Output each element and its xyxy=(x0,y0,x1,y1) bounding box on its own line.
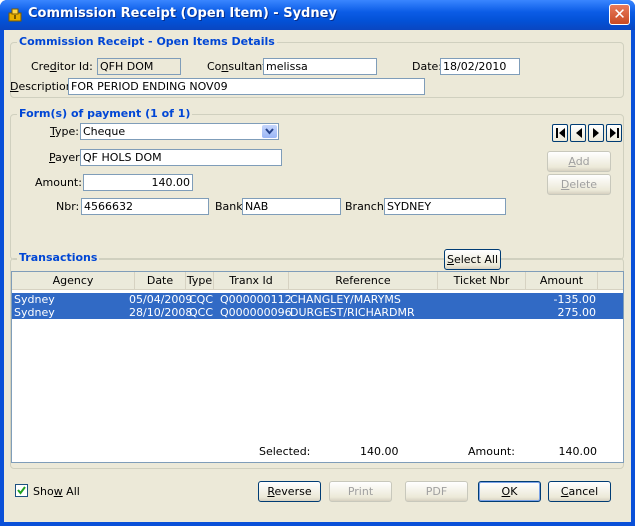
pdf-button[interactable]: PDF xyxy=(405,481,468,502)
delete-button[interactable]: Delete xyxy=(547,174,611,195)
creditor-id-label: Creditor Id: xyxy=(31,60,93,73)
column-header-agency[interactable]: Agency xyxy=(12,272,135,290)
selected-value: 140.00 xyxy=(360,445,399,458)
previous-record-button[interactable] xyxy=(570,124,586,142)
cell-type: QCC xyxy=(189,306,214,319)
payer-field[interactable]: QF HOLS DOM xyxy=(80,149,282,166)
reverse-button[interactable]: Reverse xyxy=(258,481,321,502)
cell-amount: -135.00 xyxy=(553,293,596,306)
details-group-title: Commission Receipt - Open Items Details xyxy=(17,35,277,48)
description-label: Description: xyxy=(10,80,77,93)
nbr-label: Nbr: xyxy=(56,200,80,213)
selected-label: Selected: xyxy=(259,445,311,458)
total-amount-value: 140.00 xyxy=(558,445,598,458)
cell-reference: CHANGLEY/MARYMS xyxy=(290,293,401,306)
column-header-tranx-id[interactable]: Tranx Id xyxy=(214,272,289,290)
date-label: Date: xyxy=(412,60,442,73)
bank-field[interactable]: NAB xyxy=(242,198,341,215)
cell-agency: Sydney xyxy=(14,293,55,306)
next-icon xyxy=(593,128,599,138)
checkmark-icon xyxy=(17,486,26,495)
dialog-body: Commission Receipt - Open Items Details … xyxy=(4,30,631,522)
last-icon xyxy=(610,128,619,138)
show-all-checkbox[interactable] xyxy=(15,484,28,497)
last-record-button[interactable] xyxy=(606,124,622,142)
cell-reference: DURGEST/RICHARDMR xyxy=(290,306,415,319)
branch-label: Branch: xyxy=(345,200,388,213)
type-label: Type: xyxy=(50,125,79,138)
app-icon xyxy=(8,8,22,22)
column-header-reference[interactable]: Reference xyxy=(289,272,438,290)
title-bar[interactable]: Commission Receipt (Open Item) - Sydney … xyxy=(0,0,635,30)
add-button[interactable]: Add xyxy=(547,151,611,172)
transactions-table[interactable]: Agency Date Type Tranx Id Reference Tick… xyxy=(11,271,624,463)
table-header: Agency Date Type Tranx Id Reference Tick… xyxy=(12,272,623,290)
column-header-date[interactable]: Date xyxy=(135,272,186,290)
cell-amount: 275.00 xyxy=(557,306,597,319)
first-icon xyxy=(556,128,565,138)
window-title: Commission Receipt (Open Item) - Sydney xyxy=(28,6,337,21)
ok-button[interactable]: OK xyxy=(478,481,541,502)
dialog-window: Commission Receipt (Open Item) - Sydney … xyxy=(0,0,635,526)
amount-label: Amount: xyxy=(35,176,82,189)
cell-tranx-id: Q000000112 xyxy=(220,293,292,306)
total-amount-label: Amount: xyxy=(468,445,515,458)
cell-date: 05/04/2009 xyxy=(129,293,193,306)
table-row[interactable]: Sydney 05/04/2009 CQC Q000000112 CHANGLE… xyxy=(12,293,623,306)
creditor-id-field: QFH DOM xyxy=(97,58,181,75)
chevron-down-icon[interactable] xyxy=(262,125,277,138)
print-button[interactable]: Print xyxy=(329,481,392,502)
cancel-button[interactable]: Cancel xyxy=(548,481,611,502)
cell-type: CQC xyxy=(189,293,214,306)
column-header-type[interactable]: Type xyxy=(186,272,214,290)
cell-tranx-id: Q000000096 xyxy=(220,306,292,319)
consultant-label: Consultant: xyxy=(207,60,271,73)
close-icon: ✕ xyxy=(613,5,626,23)
consultant-field[interactable]: melissa xyxy=(263,58,377,75)
next-record-button[interactable] xyxy=(588,124,604,142)
payment-group-title: Form(s) of payment (1 of 1) xyxy=(17,107,193,120)
amount-field[interactable]: 140.00 xyxy=(83,174,193,191)
date-field[interactable]: 18/02/2010 xyxy=(440,58,520,75)
previous-icon xyxy=(576,128,582,138)
column-header-amount[interactable]: Amount xyxy=(526,272,598,290)
select-all-button[interactable]: Select All xyxy=(444,249,501,270)
column-header-ticket-nbr[interactable]: Ticket Nbr xyxy=(438,272,526,290)
nbr-field[interactable]: 4566632 xyxy=(81,198,209,215)
type-select[interactable]: Cheque xyxy=(80,123,279,140)
show-all-label: Show All xyxy=(33,485,80,498)
branch-field[interactable]: SYDNEY xyxy=(384,198,506,215)
description-field[interactable]: FOR PERIOD ENDING NOV09 xyxy=(68,78,425,95)
close-button[interactable]: ✕ xyxy=(609,4,630,25)
first-record-button[interactable] xyxy=(552,124,568,142)
table-row[interactable]: Sydney 28/10/2008 QCC Q000000096 DURGEST… xyxy=(12,306,623,319)
cell-agency: Sydney xyxy=(14,306,55,319)
cell-date: 28/10/2008 xyxy=(129,306,193,319)
type-select-value: Cheque xyxy=(83,125,126,138)
transactions-group-title: Transactions xyxy=(17,251,100,264)
